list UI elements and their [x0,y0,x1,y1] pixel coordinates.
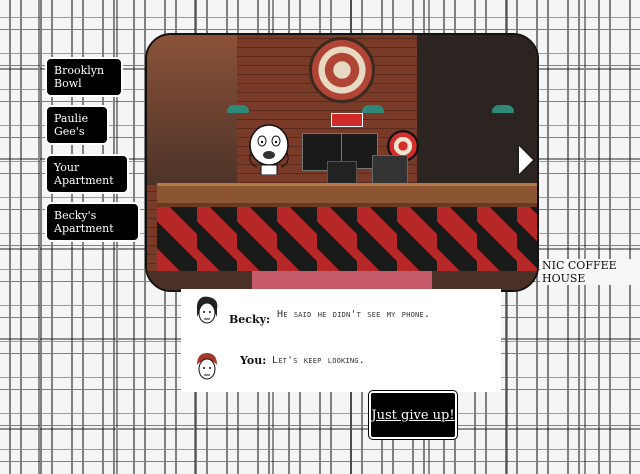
becky-avatar [197,296,218,324]
location-scene [145,33,539,292]
give-up-button[interactable]: Just give up! [369,391,457,439]
player-avatar [197,353,217,380]
chevron-right-icon[interactable] [519,146,533,174]
nav-beckys-apartment-button[interactable]: Becky's Apartment [47,204,138,240]
speaker-name: Becky: [229,313,271,326]
speaker-name: You: [240,354,267,367]
rug [252,271,432,290]
decorative-wheel [309,37,375,103]
bar-sign [331,113,363,127]
pendant-lamp [227,105,249,113]
wall-mural [147,35,237,185]
dialog-box: Becky: He said he didn't see my phone. Y… [181,289,501,392]
nav-brooklyn-bowl-button[interactable]: Brooklyn Bowl [47,59,121,95]
pendant-lamp [492,105,514,113]
dialog-line: Let's keep looking. [272,355,365,366]
dialog-line: He said he didn't see my phone. [277,309,431,320]
coffee-house-sign: NIC COFFEE HOUSE [540,259,640,285]
nav-your-apartment-button[interactable]: Your Apartment [47,156,127,192]
rage-face-character [249,124,289,175]
bar-counter-front [157,203,537,279]
pendant-lamp [362,105,384,113]
nav-paulie-gees-button[interactable]: Paulie Gee's [47,107,107,143]
